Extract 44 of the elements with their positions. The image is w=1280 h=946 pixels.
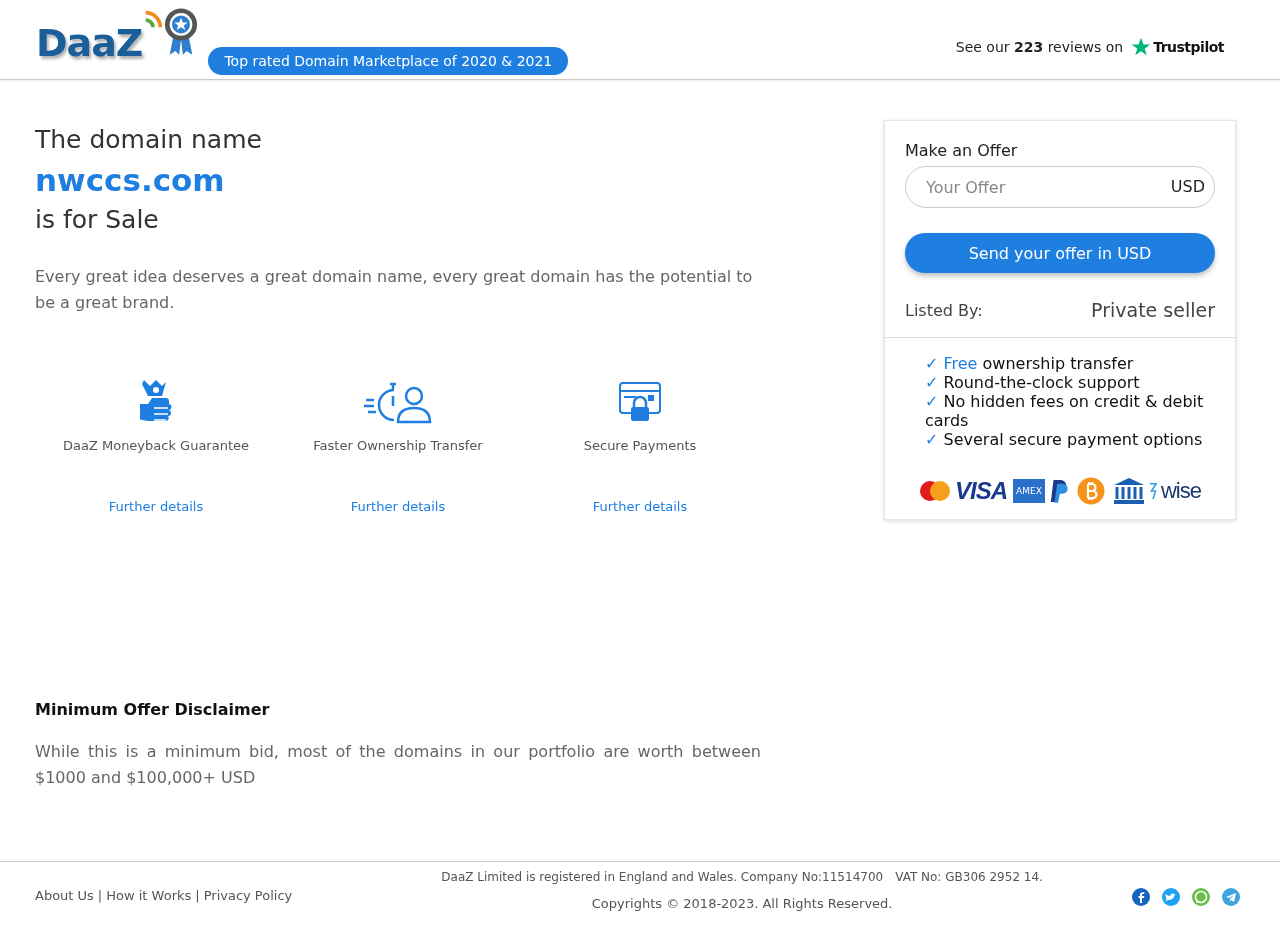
heading-text: is for Sale bbox=[35, 204, 160, 236]
paypal-logo bbox=[1048, 477, 1069, 505]
footer-link[interactable]: About Us bbox=[35, 888, 94, 903]
offer-title: Make an Offer bbox=[905, 141, 1019, 160]
trustpilot-logo-text[interactable]: Trustpilot bbox=[1153, 39, 1224, 55]
wise-logo: wise bbox=[1160, 478, 1201, 504]
domain-name: nwccs.com bbox=[35, 161, 226, 200]
visa-logo: VISA bbox=[955, 477, 1009, 505]
heading-text: The domain name bbox=[35, 124, 263, 156]
twitter-bird-icon[interactable] bbox=[1162, 887, 1180, 906]
whatsapp-icon[interactable] bbox=[1192, 887, 1210, 906]
currency-label: USD bbox=[1170, 177, 1205, 196]
amex-logo: AMEX bbox=[1013, 479, 1045, 503]
tagline-text: Every great idea deserves a great domain name, every great domain has the potential to be a great brand. bbox=[35, 266, 754, 314]
logo-text[interactable]: DaaZ bbox=[36, 21, 143, 65]
registration-text: DaaZ Limited is registered in England and Wales. Company No:11514700 bbox=[441, 870, 884, 884]
benefit-item: ✓ Free ownership transfer bbox=[925, 354, 1135, 373]
seller-name: Private seller bbox=[1091, 299, 1215, 321]
disclaimer-text: While this is a minimum bid, most of the domains in our portfolio are worth between $1000 and $100,000+ USD bbox=[35, 741, 761, 789]
award-badge: Top rated Domain Marketplace of 2020 & 2021 bbox=[208, 47, 569, 75]
further-details-link[interactable]: Further details bbox=[592, 499, 688, 514]
link-separator: | bbox=[97, 888, 103, 903]
feature-title: Faster Ownership Transfer bbox=[313, 438, 483, 453]
benefit-item: ✓ Several secure payment options bbox=[925, 430, 1204, 449]
telegram-plane-icon[interactable] bbox=[1222, 887, 1240, 906]
benefit-item: ✓ Round-the-clock support bbox=[925, 373, 1141, 392]
award-ribbon-icon bbox=[164, 7, 199, 57]
further-details-link[interactable]: Further details bbox=[350, 499, 446, 514]
link-separator: | bbox=[195, 888, 200, 903]
benefit-item: ✓ No hidden fees on credit & debit cards bbox=[925, 392, 1205, 430]
reviews-text: See our 223 reviews on bbox=[955, 39, 1124, 55]
vat-number: VAT No: GB306 2952 14. bbox=[895, 870, 1043, 884]
star-icon bbox=[1131, 37, 1152, 57]
send-offer-button[interactable]: Send your offer in USD bbox=[905, 233, 1215, 273]
feature-title: Secure Payments bbox=[583, 438, 697, 453]
disclaimer-title: Minimum Offer Disclaimer bbox=[35, 700, 271, 719]
copyright-text: Copyrights © 2018-2023. All Rights Reserved. bbox=[591, 896, 893, 911]
bank-building-icon bbox=[1112, 477, 1145, 505]
listed-by-label: Listed By: bbox=[905, 300, 983, 320]
footer-link[interactable]: How it Works bbox=[106, 888, 192, 903]
footer-link[interactable]: Privacy Policy bbox=[203, 888, 293, 903]
facebook-icon[interactable] bbox=[1132, 887, 1150, 906]
further-details-link[interactable]: Further details bbox=[108, 499, 204, 514]
feature-title: DaaZ Moneyback Guarantee bbox=[63, 438, 249, 453]
